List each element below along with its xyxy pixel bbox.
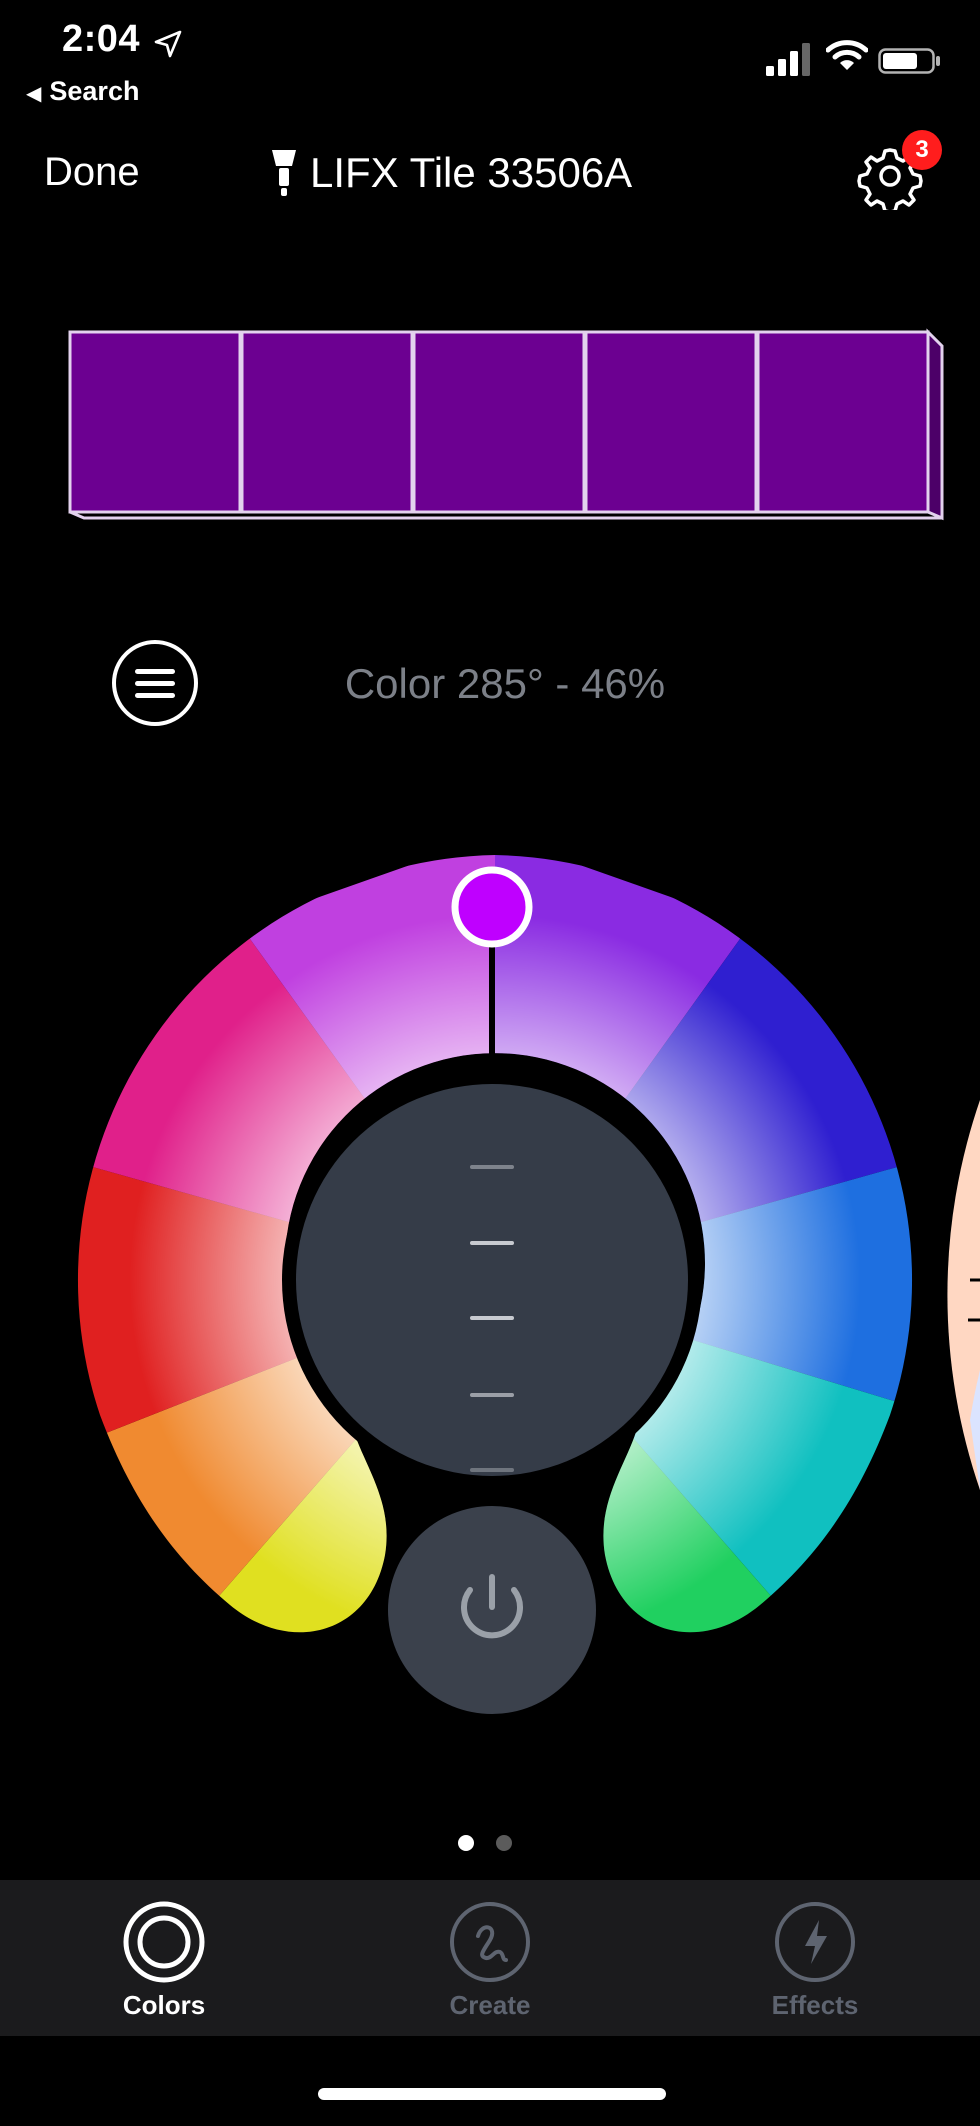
battery-icon [878,48,940,74]
home-indicator[interactable] [318,2088,666,2100]
brightness-dial [296,1084,688,1476]
color-wheel[interactable] [60,855,930,1755]
tab-create[interactable]: Create [390,1900,590,2021]
tile-1 [68,330,242,514]
menu-line [135,692,175,698]
tab-colors[interactable]: Colors [64,1900,264,2021]
cellular-signal-icon [766,43,810,76]
tile-3 [412,330,586,514]
page-dot-active[interactable] [458,1835,474,1851]
tile-2 [240,330,414,514]
tab-effects[interactable]: Effects [715,1900,915,2021]
colors-icon [123,1901,205,1983]
create-icon [450,1902,530,1982]
tab-effects-label: Effects [771,1990,859,2020]
hue-handle [451,866,533,948]
menu-line [135,680,175,686]
device-title: LIFX Tile 33506A [270,148,632,198]
tile-preview[interactable] [66,328,946,522]
tile-4 [584,330,758,514]
tile-bulb-icon [272,150,296,196]
tab-create-label: Create [449,1990,531,2020]
back-triangle-icon: ◀ [26,83,42,105]
done-button[interactable]: Done [44,150,140,195]
menu-line [135,668,175,674]
back-to-search-link[interactable]: ◀ Search [26,76,139,107]
page-dot[interactable] [496,1835,512,1851]
tab-colors-label: Colors [122,1990,206,2020]
tab-bar: Colors Create Effects [0,1880,980,2036]
location-arrow-icon [154,30,182,58]
status-time: 2:04 [62,18,141,60]
color-readout: Color 285° - 46% [344,660,666,707]
effects-icon [775,1902,855,1982]
page-indicator [458,1835,512,1851]
next-page-peek [947,1100,980,1490]
tile-row [68,328,944,521]
menu-button[interactable] [112,640,198,726]
device-title-text: LIFX Tile 33506A [310,149,633,196]
back-search-label: Search [49,76,140,106]
notification-badge: 3 [902,130,942,170]
wifi-icon [826,40,868,70]
tile-5 [756,330,930,514]
